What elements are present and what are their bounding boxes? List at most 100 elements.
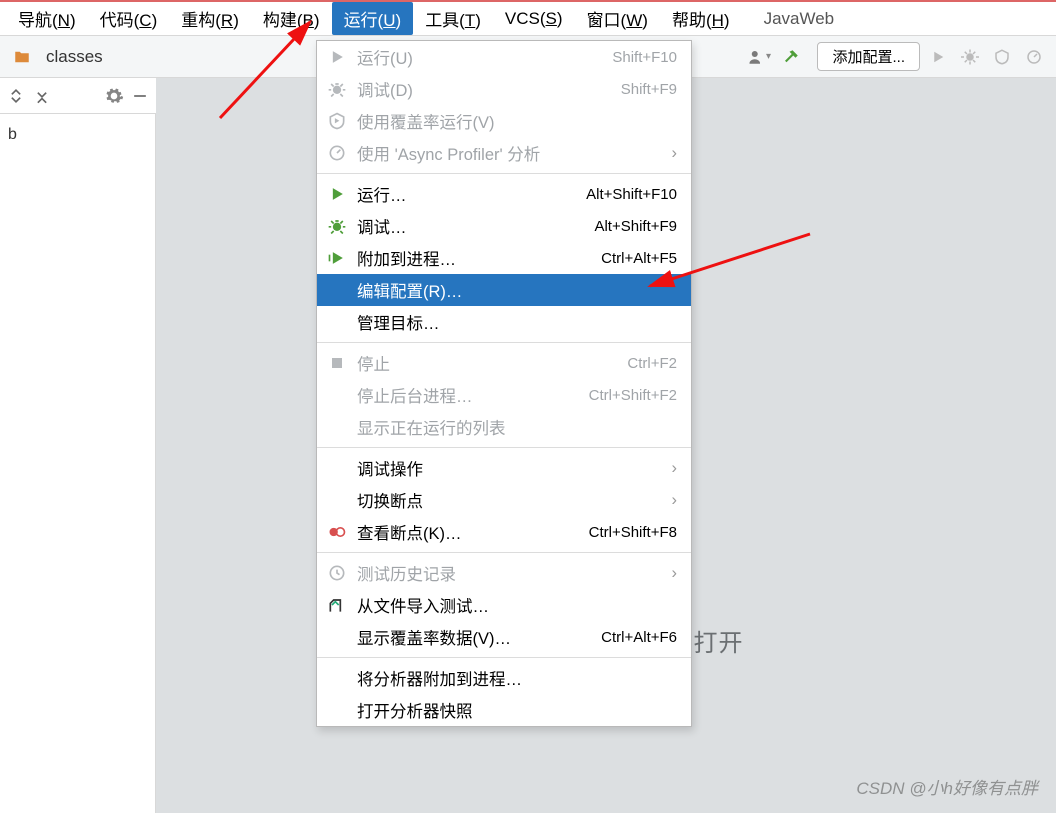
- bug-icon: [327, 79, 347, 99]
- project-tool-header: [0, 78, 156, 114]
- hammer-icon[interactable]: [777, 43, 805, 71]
- menu-entry[interactable]: 编辑配置(R)…: [317, 274, 691, 306]
- minimize-icon[interactable]: [130, 86, 150, 106]
- menu-shortcut: Alt+Shift+F9: [594, 218, 677, 235]
- menu-entry[interactable]: 切换断点 ›: [317, 484, 691, 516]
- chevron-right-icon: ›: [672, 564, 678, 583]
- bug-green-icon: [327, 216, 347, 236]
- coverage-icon[interactable]: [988, 43, 1016, 71]
- menu-entry[interactable]: 管理目标…: [317, 306, 691, 338]
- project-tree[interactable]: b: [0, 114, 156, 813]
- cover-icon: [327, 111, 347, 131]
- menubar: 导航(N)代码(C)重构(R)构建(B)运行(U)工具(T)VCS(S)窗口(W…: [0, 2, 1056, 36]
- run-menu-dropdown: 运行(U) Shift+F10调试(D) Shift+F9 使用覆盖率运行(V) 使用 …: [316, 40, 692, 727]
- tree-item[interactable]: b: [8, 126, 147, 144]
- menu-entry-label: 运行…: [357, 182, 576, 206]
- menu-entry-label: 打开分析器快照: [357, 698, 677, 722]
- profiler-icon[interactable]: [1020, 43, 1048, 71]
- collapse-all-icon[interactable]: [32, 86, 52, 106]
- menu-entry-label: 测试历史记录: [357, 561, 662, 585]
- menu-shortcut: Ctrl+Shift+F8: [589, 524, 677, 541]
- menu-entry[interactable]: 将分析器附加到进程…: [317, 662, 691, 694]
- run-icon[interactable]: [924, 43, 952, 71]
- menu-entry: 使用 'Async Profiler' 分析 ›: [317, 137, 691, 169]
- menu-shortcut: Ctrl+Alt+F5: [601, 250, 677, 267]
- expand-all-icon[interactable]: [6, 86, 26, 106]
- menu-shortcut: Shift+F9: [621, 81, 677, 98]
- menu-item[interactable]: 窗口(W): [575, 2, 660, 35]
- menu-item[interactable]: 代码(C): [88, 2, 170, 35]
- menu-entry-label: 运行(U): [357, 45, 602, 69]
- users-icon[interactable]: ▾: [745, 43, 773, 71]
- project-name: JavaWeb: [764, 9, 835, 29]
- menu-entry-label: 将分析器附加到进程…: [357, 666, 677, 690]
- menu-entry[interactable]: 调试操作 ›: [317, 452, 691, 484]
- menu-item[interactable]: 导航(N): [6, 2, 88, 35]
- menu-entry-label: 使用覆盖率运行(V): [357, 109, 677, 133]
- menu-entry: 使用覆盖率运行(V): [317, 105, 691, 137]
- menu-item[interactable]: 重构(R): [169, 2, 251, 35]
- blank-icon: [327, 668, 347, 688]
- menu-entry-label: 从文件导入测试…: [357, 593, 677, 617]
- menu-entry: 显示正在运行的列表: [317, 411, 691, 443]
- menu-entry-label: 调试(D): [357, 77, 611, 101]
- chevron-right-icon: ›: [672, 144, 678, 163]
- folder-icon: [8, 43, 36, 71]
- menu-entry[interactable]: 打开分析器快照: [317, 694, 691, 726]
- prof-icon: [327, 143, 347, 163]
- attach-icon: [327, 248, 347, 268]
- history-icon: [327, 563, 347, 583]
- menu-item[interactable]: 工具(T): [413, 2, 493, 35]
- play-icon: [327, 47, 347, 67]
- menu-item[interactable]: 运行(U): [332, 2, 414, 35]
- menu-entry-label: 显示覆盖率数据(V)…: [357, 625, 591, 649]
- menu-entry-label: 切换断点: [357, 488, 662, 512]
- debug-icon[interactable]: [956, 43, 984, 71]
- menu-entry: 停止 Ctrl+F2: [317, 347, 691, 379]
- menu-item[interactable]: 帮助(H): [660, 2, 742, 35]
- menu-entry: 调试(D) Shift+F9: [317, 73, 691, 105]
- blank-icon: [327, 280, 347, 300]
- menu-entry-label: 停止后台进程…: [357, 383, 579, 407]
- watermark: CSDN @小h好像有点胖: [856, 774, 1038, 799]
- blank-icon: [327, 490, 347, 510]
- bp-icon: [327, 522, 347, 542]
- chevron-right-icon: ›: [672, 491, 678, 510]
- menu-entry[interactable]: 查看断点(K)… Ctrl+Shift+F8: [317, 516, 691, 548]
- blank-icon: [327, 417, 347, 437]
- blank-icon: [327, 627, 347, 647]
- menu-shortcut: Ctrl+Alt+F6: [601, 629, 677, 646]
- menu-entry: 运行(U) Shift+F10: [317, 41, 691, 73]
- menu-entry-label: 管理目标…: [357, 310, 677, 334]
- menu-shortcut: Ctrl+Shift+F2: [589, 387, 677, 404]
- blank-icon: [327, 700, 347, 720]
- stop-icon: [327, 353, 347, 373]
- menu-entry[interactable]: 调试…Alt+Shift+F9: [317, 210, 691, 242]
- menu-entry[interactable]: 附加到进程… Ctrl+Alt+F5: [317, 242, 691, 274]
- menu-entry-label: 查看断点(K)…: [357, 520, 579, 544]
- menu-shortcut: Ctrl+F2: [627, 355, 677, 372]
- menu-entry: 停止后台进程… Ctrl+Shift+F2: [317, 379, 691, 411]
- menu-entry-label: 附加到进程…: [357, 246, 591, 270]
- menu-item[interactable]: 构建(B): [251, 2, 332, 35]
- menu-entry[interactable]: 运行… Alt+Shift+F10: [317, 178, 691, 210]
- blank-icon: [327, 385, 347, 405]
- add-config-button[interactable]: 添加配置...: [817, 42, 920, 71]
- gear-icon[interactable]: [104, 86, 124, 106]
- chevron-right-icon: ›: [672, 459, 678, 478]
- menu-entry-label: 显示正在运行的列表: [357, 415, 677, 439]
- menu-entry[interactable]: 从文件导入测试…: [317, 589, 691, 621]
- breadcrumb[interactable]: classes: [46, 47, 103, 67]
- menu-entry-label: 编辑配置(R)…: [357, 278, 677, 302]
- menu-entry[interactable]: 显示覆盖率数据(V)… Ctrl+Alt+F6: [317, 621, 691, 653]
- menu-entry: 测试历史记录 ›: [317, 557, 691, 589]
- menu-entry-label: 停止: [357, 351, 617, 375]
- blank-icon: [327, 458, 347, 478]
- menu-shortcut: Alt+Shift+F10: [586, 186, 677, 203]
- play-green-icon: [327, 184, 347, 204]
- blank-icon: [327, 312, 347, 332]
- menu-entry-label: 调试操作: [357, 456, 662, 480]
- menu-entry-label: 使用 'Async Profiler' 分析: [357, 141, 662, 165]
- menu-item[interactable]: VCS(S): [493, 5, 575, 33]
- menu-shortcut: Shift+F10: [612, 49, 677, 66]
